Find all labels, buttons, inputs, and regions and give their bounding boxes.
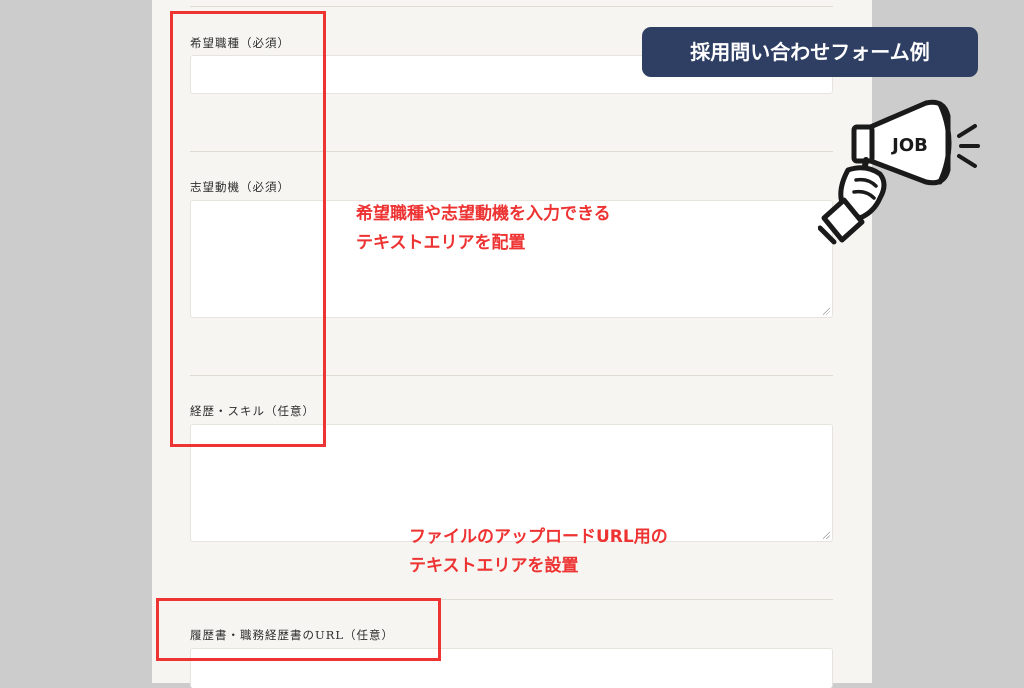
megaphone-hand-icon: JOB <box>818 99 980 245</box>
annotation-line: テキストエリアを設置 <box>409 556 579 576</box>
resize-grip-icon[interactable] <box>823 308 830 315</box>
url-label-highlight-frame <box>156 598 441 661</box>
textarea-annotation: 希望職種や志望動機を入力できる テキストエリアを配置 <box>356 200 611 258</box>
resize-grip-icon[interactable] <box>823 532 830 539</box>
url-annotation: ファイルのアップロードURL用の テキストエリアを設置 <box>409 523 668 581</box>
recruitment-form-badge: 採用問い合わせフォーム例 <box>642 27 978 77</box>
annotation-line: テキストエリアを配置 <box>356 233 526 253</box>
annotation-line: ファイルのアップロードURL用の <box>409 527 668 547</box>
field-divider <box>190 6 833 7</box>
label-highlight-frame <box>170 11 326 447</box>
job-sign-text: JOB <box>890 135 928 156</box>
annotation-line: 希望職種や志望動機を入力できる <box>356 204 611 224</box>
